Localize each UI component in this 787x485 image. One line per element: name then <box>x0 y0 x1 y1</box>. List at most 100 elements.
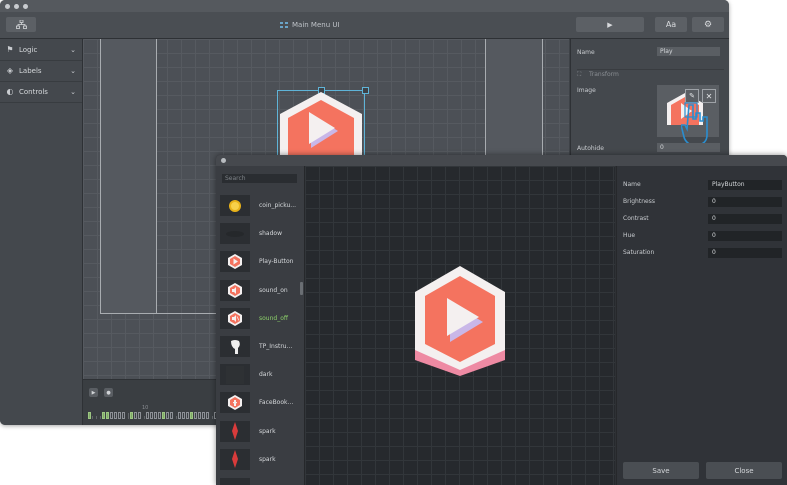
chevron-down-icon: ⌄ <box>70 66 76 75</box>
panel-section-labels[interactable]: ◈ Labels ⌄ <box>0 60 82 82</box>
timeline-keyframe[interactable] <box>102 412 105 419</box>
timeline-play-button[interactable]: ▶ <box>89 388 98 397</box>
minimize-window-dot[interactable] <box>14 4 19 9</box>
asset-list-item[interactable]: spark <box>220 448 300 471</box>
asset-list-item[interactable]: sound_on <box>220 279 300 302</box>
panel-section-controls[interactable]: ◐ Controls ⌄ <box>0 81 82 103</box>
autohide-field[interactable]: 0 <box>657 143 720 152</box>
property-field[interactable]: 0 <box>708 197 782 207</box>
asset-name: TP_Instru... <box>259 343 293 350</box>
dark-icon <box>220 364 250 386</box>
timeline-keyframe[interactable] <box>150 412 153 419</box>
settings-button[interactable]: ⚙ <box>692 17 724 32</box>
asset-list-item[interactable]: Play-Button <box>220 250 300 273</box>
timeline-keyframe[interactable] <box>110 412 113 419</box>
timeline-keyframe[interactable] <box>178 412 181 419</box>
property-field[interactable]: 0 <box>708 231 782 241</box>
pencil-icon: ✎ <box>689 92 695 100</box>
asset-name: shadow <box>259 230 282 238</box>
asset-name: coin_picku... <box>259 202 297 209</box>
property-field[interactable]: 0 <box>708 248 782 258</box>
asset-list-item[interactable]: coin_picku... <box>220 194 300 217</box>
timeline-keyframe[interactable] <box>186 412 189 419</box>
spark-icon <box>220 420 250 442</box>
hierarchy-small-icon <box>280 21 288 28</box>
timeline-keyframe[interactable] <box>114 412 117 419</box>
sound-on-icon <box>220 279 250 301</box>
asset-list-item[interactable]: FaceBook... <box>220 391 300 414</box>
timeline-keyframe[interactable] <box>162 412 165 419</box>
close-window-dot[interactable] <box>5 4 10 9</box>
property-label: Saturation <box>623 249 655 256</box>
property-label: Hue <box>623 232 636 239</box>
property-label: Brightness <box>623 198 655 205</box>
close-window-dot[interactable] <box>221 158 226 163</box>
timeline-record-button[interactable]: ● <box>104 388 113 397</box>
search-input[interactable]: Search <box>222 174 297 183</box>
asset-list-item-partial[interactable] <box>220 478 250 485</box>
play-icon: ▶ <box>91 389 96 396</box>
property-label: Contrast <box>623 215 649 222</box>
font-button-label: Aa <box>665 20 677 29</box>
timeline-keyframe[interactable] <box>138 412 141 419</box>
timeline-keyframe[interactable] <box>170 412 173 419</box>
stage-bound-left <box>100 39 157 314</box>
asset-list-item[interactable]: sound_off <box>220 307 300 330</box>
property-field[interactable]: PlayButton <box>708 180 782 190</box>
timeline-keyframe[interactable] <box>194 412 197 419</box>
timeline-keyframe[interactable] <box>198 412 201 419</box>
timeline-tick <box>96 416 97 419</box>
timeline-tick <box>128 413 129 419</box>
play-button-sprite[interactable] <box>278 92 364 156</box>
asset-name: dark <box>259 371 273 379</box>
timeline-keyframe[interactable] <box>106 412 109 419</box>
timeline-keyframe[interactable] <box>122 412 125 419</box>
document-title-text: Main Menu UI <box>292 21 340 29</box>
asset-list-item[interactable]: dark <box>220 363 300 386</box>
asset-list-panel: Search coin_picku...shadow Play-Button sou… <box>216 166 305 485</box>
chevron-down-icon: ⌄ <box>70 45 76 54</box>
play-button-icon <box>220 251 250 273</box>
image-label: Image <box>577 87 596 94</box>
timeline-keyframe[interactable] <box>206 412 209 419</box>
zoom-window-dot[interactable] <box>23 4 28 9</box>
asset-list-item[interactable]: shadow <box>220 222 300 245</box>
asset-name: spark <box>259 427 276 435</box>
timeline-keyframe[interactable] <box>190 412 193 419</box>
asset-list-item[interactable]: TP_Instru... <box>220 335 300 358</box>
hierarchy-button[interactable] <box>6 17 36 32</box>
timeline-keyframe[interactable] <box>166 412 169 419</box>
timeline-keyframe[interactable] <box>88 412 91 419</box>
asset-list-item[interactable]: spark <box>220 420 300 443</box>
panel-section-label: Labels <box>19 66 42 75</box>
scrollbar[interactable] <box>300 282 303 295</box>
save-button[interactable]: Save <box>623 462 699 479</box>
logic-icon: ⚑ <box>6 45 14 54</box>
play-preview-button[interactable]: ▶ <box>576 17 644 32</box>
property-field[interactable]: 0 <box>708 214 782 224</box>
timeline-keyframe[interactable] <box>134 412 137 419</box>
title-bar <box>0 0 729 12</box>
timeline-keyframe[interactable] <box>154 412 157 419</box>
asset-name: FaceBook... <box>259 399 294 407</box>
close-button[interactable]: Close <box>706 462 782 479</box>
facebook-icon <box>220 392 250 414</box>
timeline-keyframe[interactable] <box>182 412 185 419</box>
timeline-keyframe[interactable] <box>146 412 149 419</box>
timeline-keyframe[interactable] <box>158 412 161 419</box>
timeline-keyframe[interactable] <box>130 412 133 419</box>
font-button[interactable]: Aa <box>655 17 687 32</box>
timeline-tick <box>144 416 145 419</box>
hierarchy-icon <box>15 20 27 29</box>
gear-icon: ⚙ <box>703 19 713 30</box>
timeline-keyframe[interactable] <box>118 412 121 419</box>
panel-section-logic[interactable]: ⚑ Logic ⌄ <box>0 39 82 61</box>
timeline-keyframe[interactable] <box>202 412 205 419</box>
asset-name: sound_off <box>259 314 289 322</box>
timeline-tick <box>176 416 177 419</box>
sprite-properties-panel: Name PlayButton Brightness 0 Contrast 0 Hue 0 Sa… <box>616 166 787 485</box>
name-field[interactable]: Play <box>657 47 720 56</box>
asset-name: Play-Button <box>259 258 294 266</box>
sound-off-icon <box>220 307 250 329</box>
tag-icon: ◈ <box>6 66 14 75</box>
